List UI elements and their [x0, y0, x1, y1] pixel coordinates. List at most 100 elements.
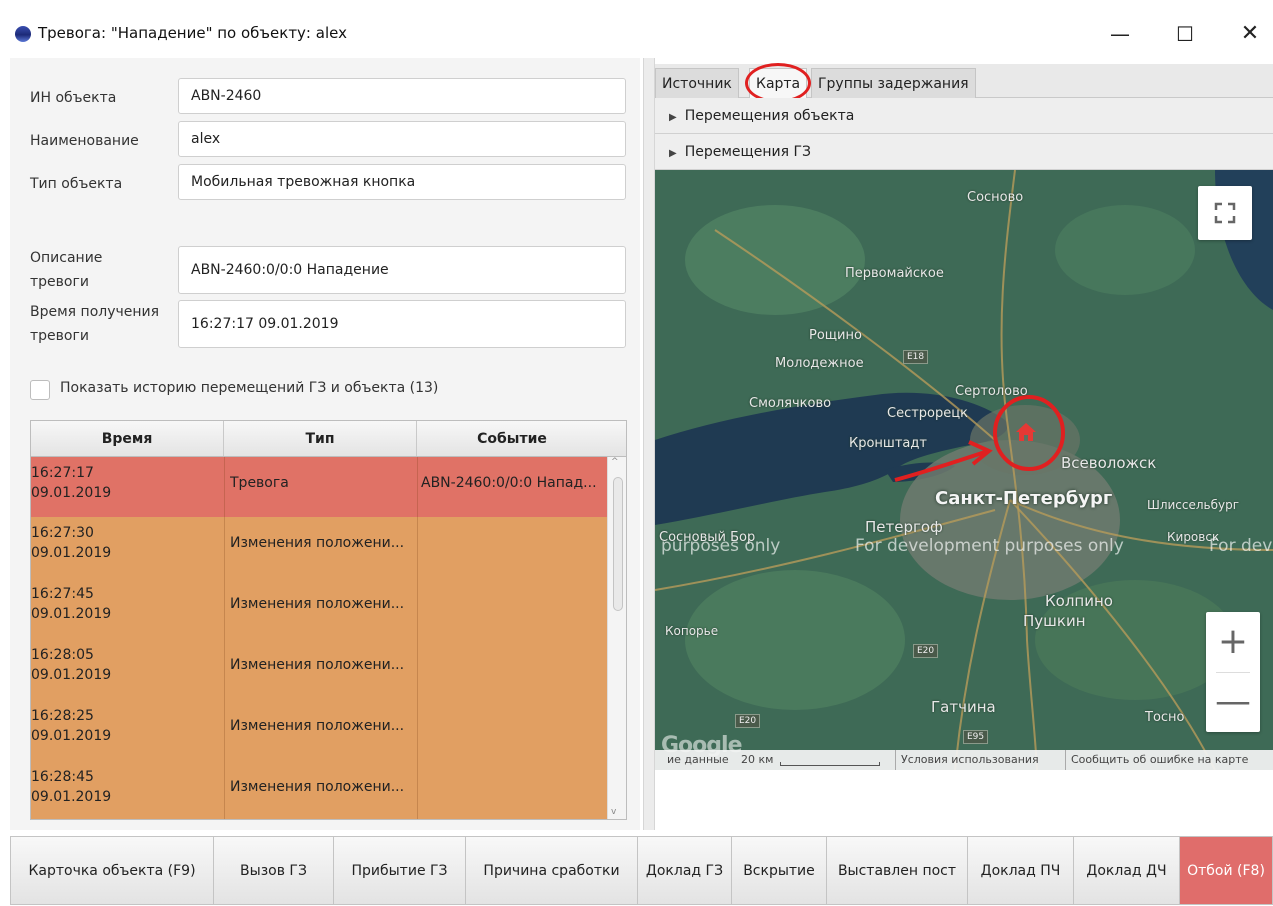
row-time: 16:27:45 [31, 586, 94, 602]
column-header-event[interactable]: Событие [417, 421, 607, 456]
map-label-sosnovo: Сосново [967, 190, 1024, 205]
table-row[interactable]: 16:27:30 09.01.2019 Изменения положени... [31, 517, 607, 578]
table-row[interactable]: 16:28:45 09.01.2019 Изменения положени... [31, 761, 607, 819]
row-time: 16:28:25 [31, 708, 94, 724]
map-label-kolpino: Колпино [1045, 592, 1113, 610]
fire-report-button[interactable]: Доклад ПЧ [967, 836, 1074, 905]
row-date: 09.01.2019 [31, 606, 112, 622]
app-logo-icon [15, 26, 31, 42]
table-body: 16:27:17 09.01.2019 Тревога ABN-2460:0/0:… [31, 457, 607, 819]
post-set-button[interactable]: Выставлен пост [826, 836, 968, 905]
expand-arrow-icon: ▶ [669, 112, 677, 123]
tab-map[interactable]: Карта [749, 68, 808, 98]
map-footer: ие данные 20 км Условия использования Со… [655, 750, 1273, 770]
break-in-button[interactable]: Вскрытие [731, 836, 827, 905]
object-name-label: Наименование [30, 133, 139, 149]
object-name-field[interactable]: alex [178, 121, 626, 157]
column-header-time[interactable]: Время [31, 421, 224, 456]
map-label-koporye: Копорье [665, 624, 719, 638]
column-header-type[interactable]: Тип [224, 421, 417, 456]
minimize-icon[interactable]: — [1100, 18, 1140, 50]
row-type: Изменения положени... [230, 779, 405, 795]
road-shield-e20: E20 [913, 644, 939, 658]
road-shield-e20: E20 [735, 714, 761, 728]
row-date: 09.01.2019 [31, 667, 112, 683]
row-type: Изменения положени... [230, 596, 405, 612]
map-terms-link[interactable]: Условия использования [901, 750, 1039, 770]
row-event [421, 700, 607, 761]
map-terrain [655, 170, 1273, 770]
road-shield-e95: E95 [963, 730, 989, 744]
alarm-description-field[interactable]: ABN-2460:0/0:0 Нападение [178, 246, 626, 294]
events-table: Время Тип Событие 16:27:17 09.01.2019 Тре… [30, 420, 627, 820]
table-row[interactable]: 16:27:17 09.01.2019 Тревога ABN-2460:0/0:… [31, 457, 607, 517]
scroll-down-icon[interactable]: v [611, 807, 616, 817]
row-event: ABN-2460:0/0:0 Напад... [421, 475, 597, 491]
row-type: Изменения положени... [230, 657, 405, 673]
row-date: 09.01.2019 [31, 545, 112, 561]
home-marker-icon[interactable] [1015, 422, 1037, 442]
alarm-time-field[interactable]: 16:27:17 09.01.2019 [178, 300, 626, 348]
history-checkbox[interactable] [30, 380, 50, 400]
map-label-molodezhnoe: Молодежное [775, 356, 864, 371]
map-view[interactable]: Сосново Первомайское Рощино Молодежное С… [655, 170, 1273, 770]
trigger-reason-button[interactable]: Причина сработки [465, 836, 638, 905]
row-event [421, 639, 607, 700]
gz-arrival-button[interactable]: Прибытие ГЗ [333, 836, 466, 905]
object-card-button[interactable]: Карточка объекта (F9) [10, 836, 214, 905]
map-data-link[interactable]: ие данные [667, 750, 729, 770]
map-label-pervomayskoe: Первомайское [845, 266, 944, 281]
fullscreen-button[interactable] [1198, 186, 1252, 240]
map-watermark: For dev [1209, 536, 1273, 556]
map-label-sestroretsk: Сестрорецк [887, 406, 968, 421]
map-label-vsevolozhsk: Всеволожск [1061, 454, 1157, 472]
zoom-out-button[interactable]: — [1206, 672, 1260, 732]
zoom-in-button[interactable]: + [1206, 612, 1260, 672]
maximize-icon[interactable]: ☐ [1165, 18, 1205, 50]
row-event [421, 517, 607, 578]
road-shield-e18: E18 [903, 350, 929, 364]
map-label-peterhof: Петергоф [865, 518, 943, 536]
accordion-gz-moves-label: Перемещения ГЗ [684, 144, 811, 160]
call-gz-button[interactable]: Вызов ГЗ [213, 836, 334, 905]
gz-report-button[interactable]: Доклад ГЗ [637, 836, 732, 905]
tab-source[interactable]: Источник [655, 68, 739, 98]
row-type: Тревога [230, 475, 289, 491]
window-titlebar: Тревога: "Нападение" по объекту: alex — … [0, 0, 1273, 58]
table-scrollbar-thumb[interactable] [613, 477, 623, 611]
table-header: Время Тип Событие [31, 421, 607, 457]
map-watermark: purposes only [661, 536, 781, 556]
table-row[interactable]: 16:28:25 09.01.2019 Изменения положени... [31, 700, 607, 761]
table-row[interactable]: 16:28:05 09.01.2019 Изменения положени... [31, 639, 607, 700]
row-time: 16:28:05 [31, 647, 94, 663]
close-icon[interactable]: ✕ [1230, 18, 1270, 50]
window-title: Тревога: "Нападение" по объекту: alex [38, 24, 347, 42]
table-row[interactable]: 16:27:45 09.01.2019 Изменения положени... [31, 578, 607, 639]
row-date: 09.01.2019 [31, 485, 112, 501]
zoom-controls: + — [1206, 612, 1260, 732]
tab-response-groups[interactable]: Группы задержания [811, 68, 976, 98]
row-type: Изменения положени... [230, 535, 405, 551]
object-id-field[interactable]: ABN-2460 [178, 78, 626, 114]
object-id-label: ИН объекта [30, 90, 117, 106]
cancel-alarm-button[interactable]: Отбой (F8) [1179, 836, 1273, 905]
row-type: Изменения положени... [230, 718, 405, 734]
map-label-gatchina: Гатчина [931, 698, 996, 716]
map-label-kronshtadt: Кронштадт [849, 436, 927, 451]
duty-report-button[interactable]: Доклад ДЧ [1073, 836, 1180, 905]
accordion-object-moves-label: Перемещения объекта [684, 108, 855, 124]
scroll-up-icon[interactable]: ^ [611, 457, 619, 467]
row-event [421, 578, 607, 639]
history-checkbox-label[interactable]: Показать историю перемещений ГЗ и объект… [60, 380, 438, 396]
tab-bar: Источник Карта Группы задержания [655, 64, 1273, 98]
map-report-link[interactable]: Сообщить об ошибке на карте [1071, 750, 1248, 770]
object-type-field[interactable]: Мобильная тревожная кнопка [178, 164, 626, 200]
map-label-roshchino: Рощино [809, 328, 862, 343]
map-scale: 20 км [741, 753, 774, 766]
split-pane-divider[interactable] [643, 58, 655, 830]
map-scale-bar [780, 762, 880, 766]
table-header-corner [607, 421, 626, 457]
accordion-gz-moves[interactable]: ▶ Перемещения ГЗ [655, 134, 1273, 170]
accordion-object-moves[interactable]: ▶ Перемещения объекта [655, 98, 1273, 134]
row-event [421, 761, 607, 819]
